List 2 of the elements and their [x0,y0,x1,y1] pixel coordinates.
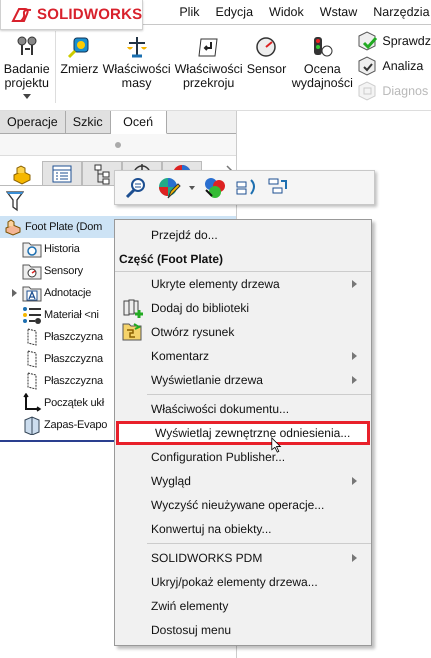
logo: SOLIDWORKS [0,0,144,30]
menu-header: Część (Foot Plate) [115,247,371,272]
